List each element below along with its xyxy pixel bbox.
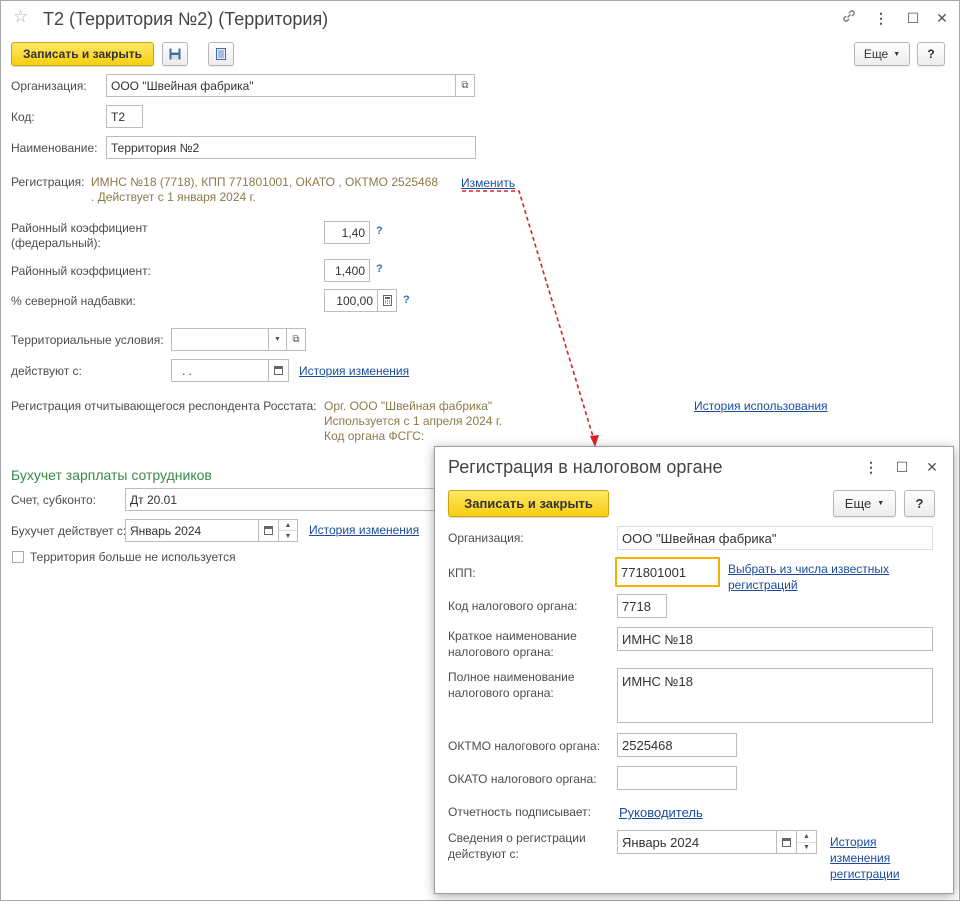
kpp-field[interactable]: 771801001 <box>615 557 720 587</box>
dialog-maximize-icon[interactable]: ☐ <box>892 457 912 477</box>
signer-label: Отчетность подписывает: <box>448 805 591 819</box>
dialog-stepper-down-icon[interactable]: ▼ <box>797 841 816 854</box>
registration-history-link-2[interactable]: изменения <box>830 851 890 865</box>
tax-registration-dialog: Регистрация в налоговом органе ⋮ ☐ ✕ Зап… <box>434 446 954 894</box>
oktmo-label: ОКТМО налогового органа: <box>448 739 601 753</box>
kpp-label: КПП: <box>448 566 476 580</box>
dialog-more-menu-button[interactable]: Еще ▼ <box>833 490 896 517</box>
short-name-field[interactable]: ИМНС №18 <box>617 627 933 651</box>
short-name-label-2: налогового органа: <box>448 645 554 659</box>
dialog-save-and-close-button[interactable]: Записать и закрыть <box>448 490 609 517</box>
full-name-field[interactable]: ИМНС №18 <box>617 668 933 723</box>
dialog-title: Регистрация в налоговом органе <box>448 457 723 477</box>
choose-registration-link[interactable]: Выбрать из числа известных <box>728 562 889 576</box>
dialog-calendar-icon[interactable] <box>777 830 797 854</box>
short-name-label: Краткое наименование <box>448 629 577 643</box>
okato-label: ОКАТО налогового органа: <box>448 772 597 786</box>
full-name-label: Полное наименование <box>448 670 575 684</box>
dialog-org-field: ООО "Швейная фабрика" <box>617 526 933 550</box>
dialog-valid-field[interactable]: Январь 2024 <box>617 830 777 854</box>
dialog-close-icon[interactable]: ✕ <box>922 457 942 477</box>
full-name-label-2: налогового органа: <box>448 686 554 700</box>
okato-field[interactable] <box>617 766 737 790</box>
dialog-org-label: Организация: <box>448 531 524 545</box>
dialog-stepper[interactable]: ▲ ▼ <box>797 830 817 854</box>
oktmo-field[interactable]: 2525468 <box>617 733 737 757</box>
dialog-more-label: Еще <box>844 496 872 511</box>
dialog-valid-label: Сведения о регистрации <box>448 831 586 845</box>
dialog-valid-label-2: действуют с: <box>448 847 519 861</box>
dialog-more-icon[interactable]: ⋮ <box>861 457 881 477</box>
dialog-chevron-down-icon: ▼ <box>877 500 885 507</box>
dialog-stepper-up-icon[interactable]: ▲ <box>797 831 816 842</box>
dialog-help-button[interactable]: ? <box>904 490 935 517</box>
registration-history-link[interactable]: История <box>830 835 877 849</box>
tax-code-field[interactable]: 7718 <box>617 594 667 618</box>
choose-registration-link-2[interactable]: регистраций <box>728 578 798 592</box>
registration-history-link-3[interactable]: регистрации <box>830 867 900 881</box>
signer-link[interactable]: Руководитель <box>619 805 703 820</box>
tax-code-label: Код налогового органа: <box>448 599 578 613</box>
